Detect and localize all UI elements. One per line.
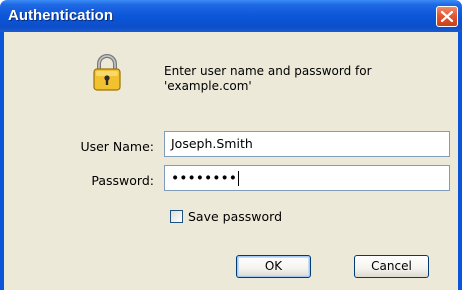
lock-icon (93, 54, 121, 91)
text-caret (238, 171, 240, 186)
window-title: Authentication (8, 7, 113, 24)
prompt-site: 'example.com' (164, 79, 252, 93)
username-label: User Name: (80, 139, 154, 154)
username-field[interactable]: Joseph.Smith (164, 131, 450, 157)
authentication-dialog: Authentication Enter user name and passw… (0, 0, 462, 290)
dialog-body: Enter user name and password for 'exampl… (0, 32, 462, 290)
save-password-label[interactable]: Save password (188, 209, 282, 224)
username-value: Joseph.Smith (171, 136, 253, 151)
save-password-checkbox[interactable] (170, 210, 183, 223)
ok-button[interactable]: OK (236, 255, 311, 278)
title-bar[interactable]: Authentication (0, 0, 462, 32)
password-field[interactable]: •••••••• (164, 165, 450, 191)
password-value: •••••••• (171, 170, 238, 187)
prompt-text: Enter user name and password for 'exampl… (164, 64, 444, 94)
password-label: Password: (91, 173, 154, 188)
close-button[interactable] (436, 6, 458, 27)
cancel-button[interactable]: Cancel (354, 255, 429, 278)
close-icon (441, 11, 453, 22)
prompt-line: Enter user name and password for (164, 64, 372, 78)
